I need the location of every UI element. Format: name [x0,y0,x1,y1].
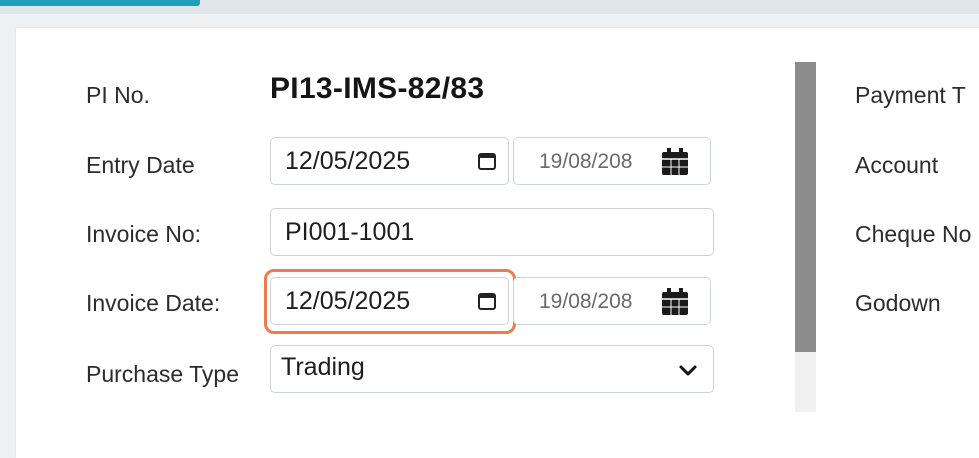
invoice-no-input[interactable]: PI001-1001 [270,208,714,256]
pi-no-label: PI No. [86,82,150,108]
payment-type-label: Payment T [855,82,966,108]
invoice-no-label: Invoice No: [86,221,202,247]
invoice-date-nepali-input[interactable]: 19/08/208 [513,277,711,325]
invoice-date-nepali-value: 19/08/208 [539,290,633,313]
invoice-date-value: 12/05/2025 [285,287,411,315]
invoice-date-label: Invoice Date: [86,290,221,316]
purchase-type-value: Trading [281,353,365,381]
entry-date-input[interactable]: 12/05/2025 [270,137,509,185]
purchase-type-label: Purchase Type [86,361,240,387]
calendar-icon[interactable] [661,288,689,316]
godown-label: Godown [855,290,941,316]
calendar-icon[interactable] [661,148,689,176]
entry-date-nepali-value: 19/08/208 [539,150,633,173]
cheque-no-label: Cheque No [855,221,972,247]
entry-date-value: 12/05/2025 [285,147,411,175]
scrollbar-thumb[interactable] [795,62,816,352]
account-label: Account [855,152,939,178]
invoice-date-input[interactable]: 12/05/2025 [270,277,509,325]
calendar-icon[interactable] [477,291,497,311]
invoice-no-value: PI001-1001 [285,218,415,246]
active-tab-indicator [0,0,200,6]
entry-date-label: Entry Date [86,152,195,178]
chevron-down-icon [679,365,697,376]
vertical-scrollbar[interactable] [795,62,816,412]
purchase-type-select[interactable]: Trading [270,345,714,393]
top-tab-strip [0,0,979,14]
entry-date-nepali-input[interactable]: 19/08/208 [513,137,711,185]
pi-no-value: PI13-IMS-82/83 [270,72,485,105]
calendar-icon[interactable] [477,151,497,171]
